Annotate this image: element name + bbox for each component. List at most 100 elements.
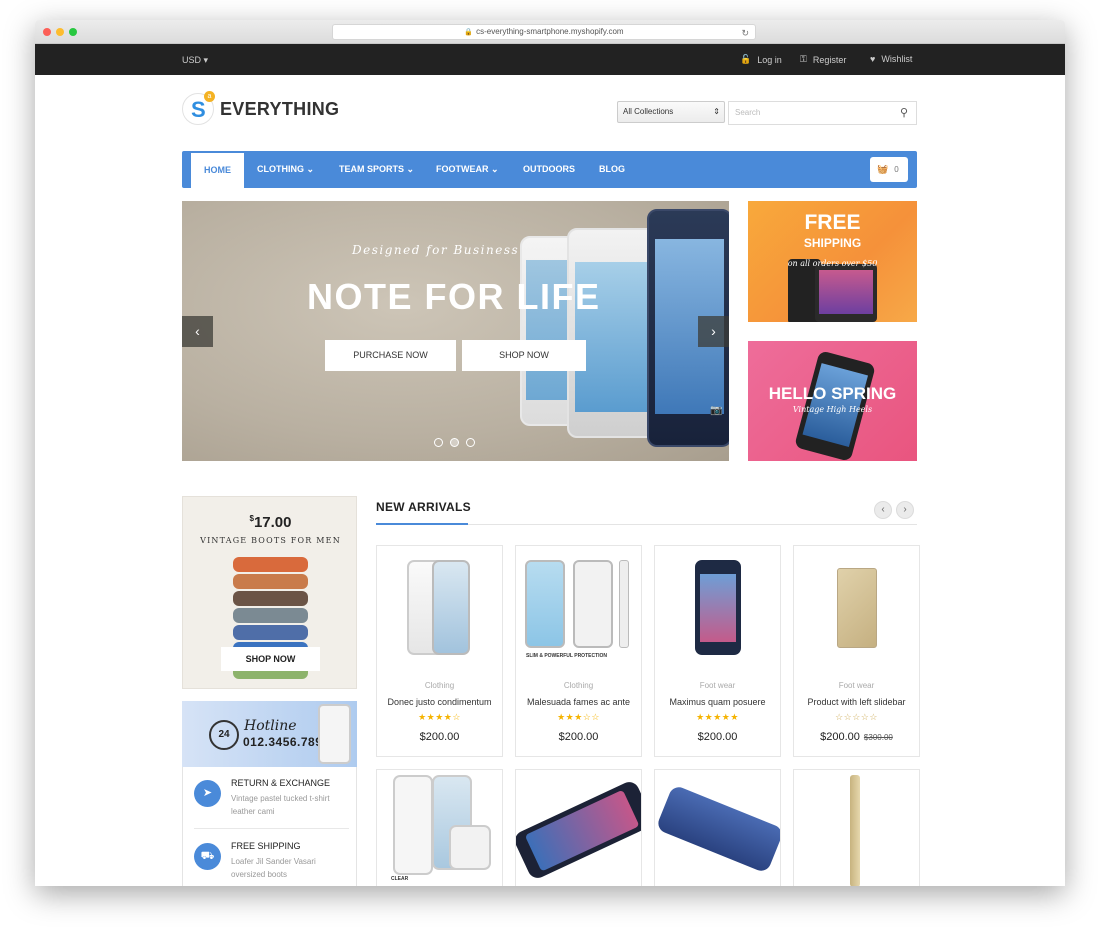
carousel-prev-icon[interactable]: ‹: [874, 501, 892, 519]
service-desc: Loafer Jil Sander Vasari oversized boots: [231, 857, 316, 879]
key-icon: ⚿: [800, 54, 807, 64]
product-card[interactable]: [793, 769, 920, 886]
price-current: $200.00: [558, 731, 599, 743]
chevron-down-icon: ▾: [203, 55, 209, 65]
product-card[interactable]: Foot wear Product with left slidebar ☆☆☆…: [793, 545, 920, 757]
product-name[interactable]: Maximus quam posuere: [655, 697, 780, 707]
new-arrivals-title: NEW ARRIVALS: [376, 500, 471, 514]
nav-item-home[interactable]: HOME: [191, 153, 244, 188]
slider-prev-icon[interactable]: ‹: [182, 316, 213, 347]
product-rating: ☆☆☆☆☆: [835, 712, 878, 722]
logo-letter: S: [191, 97, 206, 122]
carousel-next-icon[interactable]: ›: [896, 501, 914, 519]
product-image: [619, 560, 629, 648]
login-label: Log in: [757, 54, 782, 65]
nav-item-footwear[interactable]: FOOTWEAR ⌄: [436, 151, 499, 188]
product-card[interactable]: SLIM & POWERFUL PROTECTION Clothing Male…: [515, 545, 642, 757]
browser-chrome: 🔒 cs-everything-smartphone.myshopify.com …: [35, 20, 1065, 44]
main-navigation: HOME CLOTHING ⌄ TEAM SPORTS ⌄ FOOTWEAR ⌄…: [182, 151, 917, 188]
price-value: 17.00: [253, 514, 292, 531]
product-name[interactable]: Malesuada fames ac ante: [516, 697, 641, 707]
nav-label: HOME: [204, 165, 231, 175]
search-icon[interactable]: ⚲: [900, 102, 908, 124]
search-input[interactable]: Search ⚲: [728, 101, 917, 125]
hello-spring-banner[interactable]: HELLO SPRING Vintage High Heels: [748, 341, 917, 461]
wishlist-link[interactable]: ♥ Wishlist: [870, 54, 912, 64]
nav-item-team-sports[interactable]: TEAM SPORTS ⌄: [339, 151, 414, 188]
hero-slider: Designed for Business NOTE FOR LIFE PURC…: [182, 201, 729, 461]
login-link[interactable]: 🔓 Log in: [740, 54, 782, 65]
hotline-24-icon: 24: [209, 720, 239, 750]
product-name[interactable]: Donec justo condimentum: [377, 697, 502, 707]
currency-selector[interactable]: USD ▾: [182, 55, 208, 66]
product-image-caption: SLIM & POWERFUL PROTECTION: [526, 653, 608, 659]
purchase-now-button[interactable]: PURCHASE NOW: [325, 340, 456, 371]
heart-icon: ♥: [870, 54, 876, 64]
product-name[interactable]: Product with left slidebar: [794, 697, 919, 707]
nav-label: OUTDOORS: [523, 164, 576, 174]
site-logo[interactable]: S a EVERYTHING: [182, 91, 340, 125]
reload-icon[interactable]: ↻: [741, 26, 749, 40]
product-price: $200.00: [377, 731, 502, 743]
cart-button[interactable]: 🧺 0: [870, 157, 908, 182]
top-bar: USD ▾ 🔓 Log in ⚿ Register ♥ Wishlist: [35, 44, 1065, 75]
nav-item-outdoors[interactable]: OUTDOORS: [523, 151, 575, 188]
close-window-icon[interactable]: [43, 28, 51, 36]
register-label: Register: [812, 54, 847, 65]
lock-icon: 🔓: [740, 54, 752, 64]
product-rating: ★★★☆☆: [557, 712, 600, 722]
product-image: [449, 825, 491, 870]
promo-price: $17.00: [183, 514, 356, 531]
currency-label: USD: [182, 55, 202, 65]
product-price: $200.00: [655, 731, 780, 743]
truck-icon: ⛟: [194, 843, 221, 870]
slider-dot[interactable]: [434, 438, 443, 447]
product-card[interactable]: Clothing Donec justo condimentum ★★★★☆ $…: [376, 545, 503, 757]
promo-shop-now-button[interactable]: SHOP NOW: [221, 647, 320, 671]
nav-item-clothing[interactable]: CLOTHING ⌄: [257, 151, 314, 188]
hotline-label: Hotline: [244, 718, 297, 734]
product-image-caption: CLEAR: [391, 876, 409, 882]
product-category: Foot wear: [699, 681, 736, 690]
minimize-window-icon[interactable]: [56, 28, 64, 36]
product-rating: ★★★★★: [696, 712, 739, 722]
cart-count: 0: [894, 165, 899, 174]
free-shipping-banner[interactable]: FREE SHIPPING on all orders over $50: [748, 201, 917, 322]
select-arrows-icon: ⇕: [713, 107, 720, 116]
hotline-badge: 24: [218, 729, 230, 740]
shop-now-button[interactable]: SHOP NOW: [462, 340, 586, 371]
search-placeholder: Search: [735, 108, 761, 117]
product-card[interactable]: [515, 769, 642, 886]
product-category: Clothing: [563, 681, 594, 690]
browser-window: 🔒 cs-everything-smartphone.myshopify.com …: [35, 20, 1065, 886]
product-image: [695, 560, 741, 655]
phone-hand-image: [318, 704, 351, 764]
product-image: [393, 775, 433, 875]
service-desc: Vintage pastel tucked t-shirt leather ca…: [231, 794, 330, 816]
hotline-number: 012.3456.7899: [243, 735, 330, 749]
service-title: RETURN & EXCHANGE: [231, 778, 331, 788]
product-card[interactable]: CLEAR: [376, 769, 503, 886]
logo-text: EVERYTHING: [220, 98, 340, 119]
chevron-down-icon: ⌄: [491, 164, 499, 174]
product-card[interactable]: Foot wear Maximus quam posuere ★★★★★ $20…: [654, 545, 781, 757]
nav-item-blog[interactable]: BLOG: [599, 151, 625, 188]
maximize-window-icon[interactable]: [69, 28, 77, 36]
slider-next-icon[interactable]: ›: [698, 316, 729, 347]
register-link[interactable]: ⚿ Register: [800, 54, 846, 65]
product-card[interactable]: [654, 769, 781, 886]
product-image: [837, 568, 877, 648]
camera-icon: 📷: [710, 405, 723, 416]
collections-select[interactable]: All Collections ⇕: [617, 101, 725, 123]
address-bar[interactable]: 🔒 cs-everything-smartphone.myshopify.com …: [332, 24, 756, 40]
paper-plane-icon: ➤: [194, 780, 221, 807]
product-price: $200.00 $300.00: [794, 731, 919, 743]
slider-dot-active[interactable]: [450, 438, 459, 447]
product-rating: ★★★★☆: [418, 712, 461, 722]
slider-dot[interactable]: [466, 438, 475, 447]
product-category: Foot wear: [838, 681, 875, 690]
collections-value: All Collections: [623, 107, 674, 116]
divider: [194, 828, 349, 829]
promo-banner[interactable]: $17.00 VINTAGE BOOTS FOR MEN SHOP NOW: [182, 496, 357, 689]
product-image: [655, 784, 780, 874]
